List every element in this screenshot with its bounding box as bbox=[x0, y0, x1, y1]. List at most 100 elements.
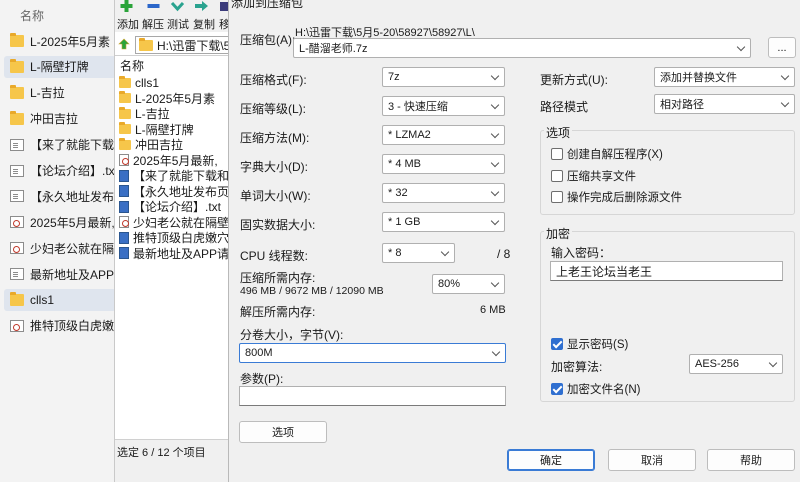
archive-file-icon bbox=[119, 185, 129, 197]
path-mode-select[interactable]: 相对路径 bbox=[654, 94, 795, 114]
explorer-list-item[interactable]: 最新地址及APP请 bbox=[6, 263, 114, 285]
threads-select[interactable]: * 8 bbox=[382, 243, 455, 263]
encrypt-names-checkbox[interactable]: 加密文件名(N) bbox=[551, 381, 640, 397]
file-item-label: L-吉拉 bbox=[135, 107, 170, 121]
password-input[interactable]: 上老王论坛当老王 bbox=[550, 261, 783, 281]
delete-after-checkbox[interactable]: 操作完成后删除源文件 bbox=[551, 189, 682, 205]
toolbar: 添加 解压 测试 复制 移 bbox=[115, 0, 230, 32]
chevron-down-icon bbox=[778, 68, 794, 86]
enc-method-label: 加密算法: bbox=[551, 360, 603, 374]
file-item-label: 【论坛介绍】.txt bbox=[133, 200, 222, 214]
explorer-list-item[interactable]: 少妇老公就在隔壁 bbox=[6, 237, 114, 259]
file-list-item[interactable]: clls1 bbox=[117, 74, 230, 91]
method-select[interactable]: * LZMA2 bbox=[382, 125, 505, 145]
up-folder-icon[interactable] bbox=[118, 38, 130, 50]
enc-method-select[interactable]: AES-256 bbox=[689, 354, 783, 374]
file-list-item[interactable]: 冲田吉拉 bbox=[117, 136, 230, 153]
explorer-item-label: L-吉拉 bbox=[30, 86, 65, 101]
chevron-down-icon bbox=[766, 355, 782, 373]
file-list-item[interactable]: 最新地址及APP请 bbox=[117, 245, 230, 262]
explorer-list-item[interactable]: 【来了就能下载和 bbox=[6, 134, 114, 156]
options-group-title: 选项 bbox=[544, 124, 573, 141]
sfx-checkbox[interactable]: 创建自解压程序(X) bbox=[551, 146, 663, 162]
file-list-item[interactable]: L-吉拉 bbox=[117, 105, 230, 122]
solid-select[interactable]: * 1 GB bbox=[382, 212, 505, 232]
update-select[interactable]: 添加并替换文件 bbox=[654, 67, 795, 87]
add-to-archive-dialog: 添加到压缩包 压缩包(A): H:\迅雷下载\5月5-20\58927\5892… bbox=[228, 0, 800, 482]
archive-file-icon bbox=[119, 200, 129, 213]
browse-button[interactable]: ... bbox=[768, 37, 796, 58]
chevron-down-icon[interactable] bbox=[489, 344, 505, 362]
file-list-item[interactable]: L-隔壁打牌 bbox=[117, 121, 230, 138]
word-select[interactable]: * 32 bbox=[382, 183, 505, 203]
test-icon[interactable] bbox=[171, 0, 184, 12]
show-password-checkbox[interactable]: 显示密码(S) bbox=[551, 336, 628, 352]
mem-comp-detail: 496 MB / 9672 MB / 12090 MB bbox=[240, 285, 384, 297]
extract-icon[interactable] bbox=[147, 0, 160, 12]
chevron-down-icon[interactable] bbox=[734, 39, 750, 57]
format-label: 压缩格式(F): bbox=[240, 73, 307, 87]
explorer-list-item[interactable]: 2025年5月最新, bbox=[6, 211, 114, 233]
file-item-label: L-隔壁打牌 bbox=[135, 122, 194, 137]
show-password-label: 显示密码(S) bbox=[567, 339, 629, 351]
text-file-icon bbox=[10, 138, 24, 151]
archive-file-icon bbox=[119, 247, 129, 259]
solid-value: * 1 GB bbox=[388, 216, 421, 228]
level-select[interactable]: 3 - 快速压缩 bbox=[382, 96, 505, 116]
toolbar-test-label[interactable]: 测试 bbox=[167, 16, 189, 32]
toolbar-add-label[interactable]: 添加 bbox=[117, 16, 139, 32]
mem-percent-select[interactable]: 80% bbox=[432, 274, 505, 294]
file-list-item[interactable]: 【论坛介绍】.txt bbox=[117, 198, 230, 215]
html-file-icon bbox=[10, 216, 24, 229]
explorer-item-label: 【来了就能下载和 bbox=[30, 138, 114, 153]
explorer-list-item[interactable]: L-2025年5月素 bbox=[6, 30, 114, 52]
column-header-name[interactable]: 名称 bbox=[20, 7, 44, 24]
mem-decomp-label: 解压所需内存: bbox=[240, 305, 316, 319]
explorer-list-item[interactable]: 【论坛介绍】.txt bbox=[6, 160, 114, 182]
file-list-item[interactable]: L-2025年5月素 bbox=[117, 90, 230, 107]
split-combo[interactable]: 800M bbox=[239, 343, 506, 363]
toolbar-extract-label[interactable]: 解压 bbox=[142, 16, 164, 32]
toolbar-copy-label[interactable]: 复制 bbox=[193, 16, 215, 32]
add-icon[interactable] bbox=[120, 0, 133, 12]
file-list-item[interactable]: 少妇老公就在隔壁 bbox=[117, 214, 230, 231]
copy-icon[interactable] bbox=[195, 0, 208, 12]
explorer-list-item[interactable]: 【永久地址发布页 bbox=[6, 185, 114, 207]
cancel-button[interactable]: 取消 bbox=[608, 449, 696, 471]
file-item-label: 最新地址及APP请 bbox=[133, 246, 230, 261]
explorer-list-item[interactable]: L-隔壁打牌 bbox=[4, 55, 116, 78]
path-mode-label: 路径模式 bbox=[540, 100, 589, 114]
file-list-item[interactable]: 2025年5月最新, bbox=[117, 152, 230, 169]
folder-icon bbox=[139, 37, 153, 51]
explorer-list-item[interactable]: L-吉拉 bbox=[6, 82, 114, 104]
format-select[interactable]: 7z bbox=[382, 67, 505, 87]
file-list-item[interactable]: 【永久地址发布页 bbox=[117, 183, 230, 200]
html-file-icon bbox=[119, 154, 129, 166]
enc-method-value: AES-256 bbox=[695, 358, 740, 370]
explorer-list-item[interactable]: 推特顶级白虎嫩穴 bbox=[6, 315, 114, 337]
mem-comp-label: 压缩所需内存: bbox=[240, 271, 316, 285]
checkbox-icon bbox=[551, 169, 563, 182]
option-label: 操作完成后删除源文件 bbox=[567, 192, 682, 204]
status-bar bbox=[115, 461, 230, 482]
text-file-icon bbox=[10, 190, 24, 203]
help-button[interactable]: 帮助 bbox=[707, 449, 795, 471]
file-item-label: clls1 bbox=[135, 75, 160, 90]
checkbox-icon bbox=[551, 148, 563, 160]
ok-button[interactable]: 确定 bbox=[507, 449, 595, 471]
file-list-item[interactable]: 推特顶级白虎嫩穴 bbox=[117, 229, 230, 246]
file-list-item[interactable]: 【来了就能下载和 bbox=[117, 167, 230, 184]
chevron-down-icon bbox=[438, 244, 454, 262]
address-input[interactable]: H:\迅雷下载\5月 bbox=[135, 36, 230, 54]
dict-select[interactable]: * 4 MB bbox=[382, 154, 505, 174]
params-input[interactable] bbox=[239, 386, 506, 406]
dialog-titlebar[interactable]: 添加到压缩包 bbox=[229, 0, 800, 12]
options-button[interactable]: 选项 bbox=[239, 421, 327, 443]
shared-files-checkbox[interactable]: 压缩共享文件 bbox=[551, 168, 636, 184]
explorer-list-item[interactable]: clls1 bbox=[4, 289, 116, 311]
html-file-icon bbox=[119, 216, 129, 228]
list-header-name[interactable]: 名称 bbox=[115, 57, 230, 73]
archive-label: 压缩包(A): bbox=[240, 33, 296, 47]
archive-name-combo[interactable]: L-醋溜老师.7z bbox=[293, 38, 751, 58]
explorer-list-item[interactable]: 冲田吉拉 bbox=[6, 108, 114, 130]
